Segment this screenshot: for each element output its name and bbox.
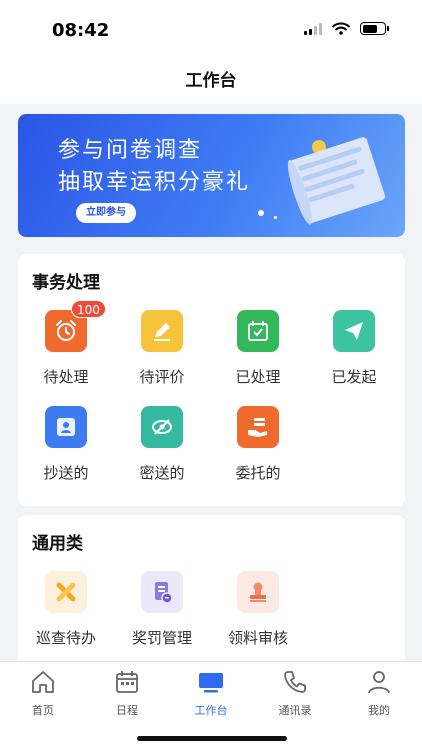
grid-item-label: 密送的 <box>139 464 185 482</box>
tab-contacts[interactable]: 通讯录 <box>253 668 337 718</box>
affairs-card: 事务处理 100 待处理 待评价 已处理 已发起 抄送的 密送的 委托的 <box>18 254 405 506</box>
tools-cross-icon <box>45 571 87 613</box>
grid-item-reward-penalty[interactable]: 奖罚管理 <box>114 571 210 648</box>
wifi-icon <box>332 22 350 35</box>
status-icons <box>304 22 389 35</box>
grid-item-label: 待处理 <box>43 368 89 386</box>
grid-item-to-evaluate[interactable]: 待评价 <box>114 310 210 387</box>
banner-headline: 参与问卷调查 <box>58 138 203 163</box>
grid-item-label: 委托的 <box>235 464 281 482</box>
paper-plane-icon <box>333 310 375 352</box>
hand-delegate-icon <box>237 406 279 448</box>
grid-item-label: 奖罚管理 <box>131 629 192 647</box>
grid-item-cc[interactable]: 抄送的 <box>18 406 114 483</box>
page-title: 工作台 <box>185 71 237 91</box>
grid-item-label: 抄送的 <box>43 464 89 482</box>
tab-label: 工作台 <box>194 704 228 717</box>
grid-item-delegated[interactable]: 委托的 <box>210 406 306 483</box>
grid-item-label: 已处理 <box>235 368 281 386</box>
grid-item-material-review[interactable]: 领料审核 <box>210 571 306 648</box>
grid-item-label: 待评价 <box>139 368 185 386</box>
edit-pencil-icon <box>141 310 183 352</box>
calendar-icon <box>116 671 138 693</box>
home-icon <box>32 671 54 693</box>
contact-forward-icon <box>45 406 87 448</box>
status-time: 08:42 <box>52 20 110 41</box>
grid-item-pending[interactable]: 100 待处理 <box>18 300 114 387</box>
battery-icon <box>360 22 389 35</box>
banner-subheadline: 抽取幸运积分豪礼 <box>58 170 251 195</box>
monitor-icon <box>199 673 223 693</box>
nav-bar: 工作台 <box>0 62 422 104</box>
grid-item-label: 已发起 <box>331 368 377 386</box>
general-card: 通用类 巡查待办 奖罚管理 领料审核 <box>18 515 405 665</box>
tab-mine[interactable]: 我的 <box>337 668 421 718</box>
tab-schedule[interactable]: 日程 <box>85 668 169 718</box>
tab-workbench[interactable]: 工作台 <box>169 668 253 718</box>
user-icon <box>368 671 390 694</box>
tab-label: 通讯录 <box>278 704 312 717</box>
phone-icon <box>284 671 306 693</box>
stamp-icon <box>237 571 279 613</box>
grid-item-bcc[interactable]: 密送的 <box>114 406 210 483</box>
grid-item-label: 巡查待办 <box>35 629 96 647</box>
cellular-signal-icon <box>304 22 322 35</box>
status-bar: 08:42 <box>0 0 422 62</box>
grid-item-label: 领料审核 <box>227 629 288 647</box>
calendar-check-icon <box>237 310 279 352</box>
home-indicator <box>137 736 287 741</box>
grid-item-patrol-todo[interactable]: 巡查待办 <box>18 571 114 648</box>
affairs-title: 事务处理 <box>32 273 100 293</box>
eye-hidden-icon <box>141 406 183 448</box>
tab-label: 我的 <box>368 704 390 717</box>
tab-home[interactable]: 首页 <box>1 668 85 718</box>
document-coin-icon <box>141 571 183 613</box>
tab-label: 日程 <box>116 704 138 717</box>
alarm-clock-icon: 100 <box>45 300 106 352</box>
survey-banner[interactable]: 参与问卷调查 抽取幸运积分豪礼 立即参与 <box>18 114 405 237</box>
tab-label: 首页 <box>32 704 54 717</box>
join-now-button[interactable]: 立即参与 <box>76 203 136 223</box>
pending-count-badge: 100 <box>71 300 106 318</box>
survey-paper-illustration <box>287 137 386 225</box>
general-title: 通用类 <box>32 534 83 554</box>
grid-item-initiated[interactable]: 已发起 <box>306 310 402 387</box>
banner-decoration-dot <box>258 210 264 216</box>
grid-item-processed[interactable]: 已处理 <box>210 310 306 387</box>
